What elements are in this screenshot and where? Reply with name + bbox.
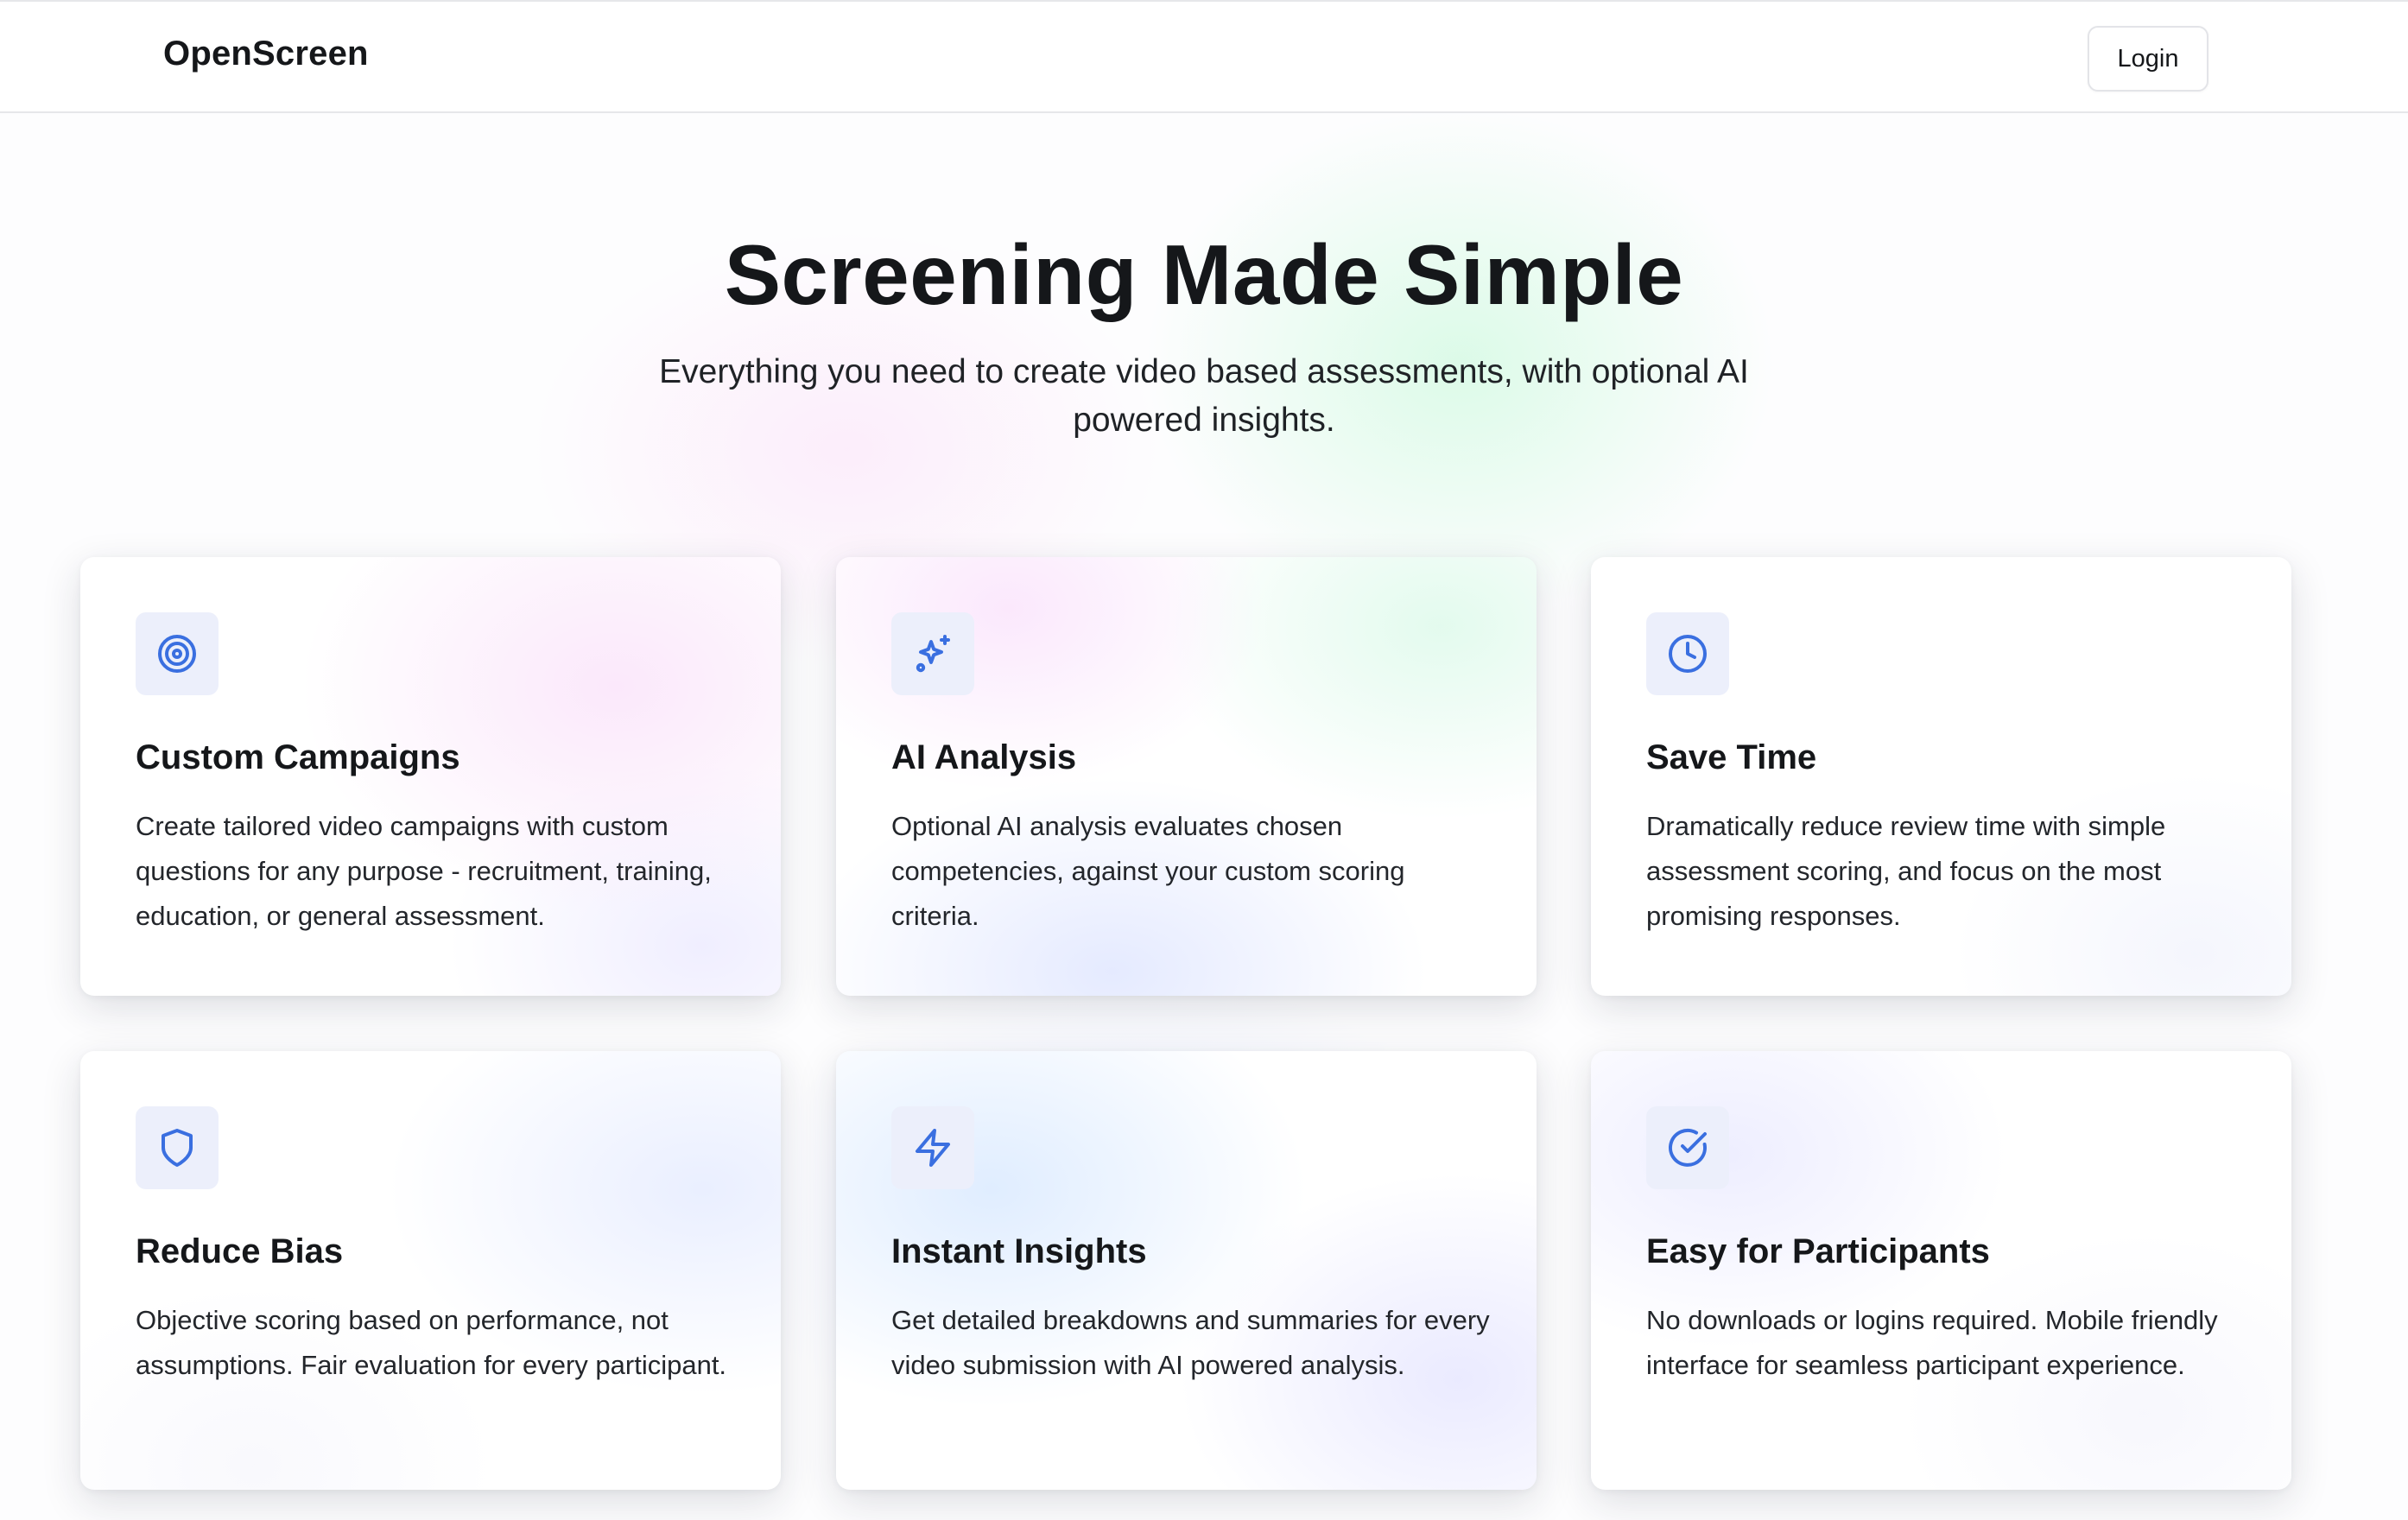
lightning-icon [916, 1129, 950, 1167]
feature-title: Instant Insights [891, 1232, 1147, 1270]
landing-page: OpenScreen Login Screening Made Simple E… [0, 0, 2408, 1520]
feature-title: Save Time [1646, 738, 1817, 776]
feature-icon-container [1646, 612, 1729, 695]
top-navigation-bar: OpenScreen Login [0, 0, 2408, 113]
feature-card-instant-insights: Instant Insights Get detailed breakdowns… [836, 1051, 1537, 1490]
shield-icon [162, 1129, 193, 1167]
feature-description: Create tailored video campaigns with cus… [136, 811, 712, 931]
brand-logo-text[interactable]: OpenScreen [163, 35, 369, 73]
feature-description: No downloads or logins required. Mobile … [1646, 1305, 2218, 1380]
feature-card-ai-analysis: AI Analysis Optional AI analysis evaluat… [836, 557, 1537, 996]
feature-description: Optional AI analysis evaluates chosen co… [891, 811, 1405, 931]
check-circle-icon [1669, 1128, 1707, 1167]
feature-card-custom-campaigns: Custom Campaigns Create tailored video c… [80, 557, 781, 996]
hero-title: Screening Made Simple [724, 227, 1684, 322]
hero-subtitle: Everything you need to create video base… [659, 353, 1749, 439]
feature-title: Easy for Participants [1646, 1232, 1990, 1270]
target-icon [158, 635, 196, 673]
feature-icon-container [891, 1106, 974, 1189]
feature-icon-container [891, 612, 974, 695]
feature-title: Reduce Bias [136, 1232, 344, 1270]
feature-title: Custom Campaigns [136, 738, 460, 776]
feature-icon-container [136, 1106, 219, 1189]
feature-description: Dramatically reduce review time with sim… [1646, 811, 2166, 931]
feature-card-save-time: Save Time Dramatically reduce review tim… [1591, 557, 2291, 996]
sparkles-icon [916, 635, 950, 673]
feature-card-reduce-bias: Reduce Bias Objective scoring based on p… [80, 1051, 781, 1490]
feature-title: AI Analysis [891, 738, 1077, 776]
clock-icon [1669, 635, 1707, 673]
feature-icon-container [136, 612, 219, 695]
feature-icon-container [1646, 1106, 1729, 1189]
login-button[interactable]: Login [2088, 26, 2208, 92]
feature-card-easy-for-participants: Easy for Participants No downloads or lo… [1591, 1051, 2291, 1490]
feature-description: Objective scoring based on performance, … [136, 1305, 727, 1380]
feature-description: Get detailed breakdowns and summaries fo… [891, 1305, 1490, 1380]
